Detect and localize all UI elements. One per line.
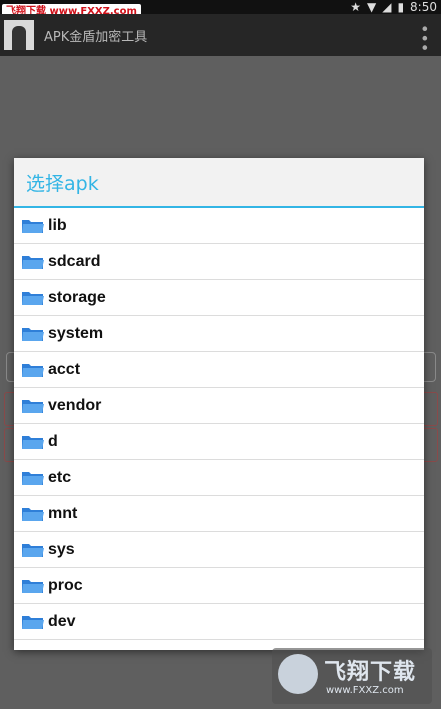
folder-icon (22, 435, 44, 449)
watermark-logo-text: 飞翔下载 (324, 660, 417, 685)
watermark-logo: 飞翔下载 www.FXXZ.com (272, 648, 432, 704)
watermark-logo-url: www.FXXZ.com (326, 685, 404, 696)
dialog-header: 选择apk (14, 158, 424, 208)
folder-item[interactable]: mnt (14, 496, 424, 532)
battery-icon: ▮ (397, 0, 405, 14)
folder-icon (22, 291, 44, 305)
folder-label: d (48, 432, 58, 450)
folder-icon (22, 579, 44, 593)
app-bar: APK金盾加密工具 ••• (0, 14, 441, 56)
folder-item[interactable]: proc (14, 568, 424, 604)
folder-icon (22, 363, 44, 377)
folder-label: etc (48, 468, 72, 486)
folder-item[interactable]: acct (14, 352, 424, 388)
folder-item[interactable]: d (14, 424, 424, 460)
signal-icon: ◢ (382, 0, 392, 14)
folder-label: vendor (48, 396, 102, 414)
app-logo-icon (4, 20, 34, 50)
folder-item[interactable]: sys (14, 532, 424, 568)
watermark-logo-icon (278, 654, 318, 694)
folder-label: storage (48, 288, 106, 306)
folder-label: proc (48, 576, 83, 594)
folder-icon (22, 471, 44, 485)
folder-item[interactable]: etc (14, 460, 424, 496)
folder-item[interactable]: lib (14, 208, 424, 244)
folder-icon (22, 543, 44, 557)
folder-label: sys (48, 540, 75, 558)
folder-label: mnt (48, 504, 78, 522)
folder-label: acct (48, 360, 81, 378)
status-icons: ★ ▼ ◢ ▮ 8:50 (350, 0, 437, 14)
dialog-title: 选择apk (26, 172, 99, 195)
folder-item[interactable]: storage (14, 280, 424, 316)
folder-icon (22, 219, 44, 233)
folder-item[interactable]: vendor (14, 388, 424, 424)
folder-list: lib sdcard storage system acct vendor d (14, 208, 424, 640)
wifi-icon: ▼ (366, 0, 377, 14)
select-apk-dialog: 选择apk lib sdcard storage system acct ven… (14, 158, 424, 650)
star-icon: ★ (350, 0, 361, 14)
folder-icon (22, 507, 44, 521)
folder-item[interactable]: sdcard (14, 244, 424, 280)
folder-icon (22, 255, 44, 269)
folder-label: lib (48, 216, 67, 234)
app-title: APK金盾加密工具 (44, 29, 148, 45)
folder-icon (22, 327, 44, 341)
folder-label: sdcard (48, 252, 101, 270)
folder-item[interactable]: dev (14, 604, 424, 640)
folder-icon (22, 399, 44, 413)
folder-label: dev (48, 612, 76, 630)
folder-item[interactable]: system (14, 316, 424, 352)
folder-icon (22, 615, 44, 629)
overflow-menu-icon[interactable]: ••• (415, 24, 434, 52)
status-time: 8:50 (410, 0, 437, 14)
folder-label: system (48, 324, 104, 342)
